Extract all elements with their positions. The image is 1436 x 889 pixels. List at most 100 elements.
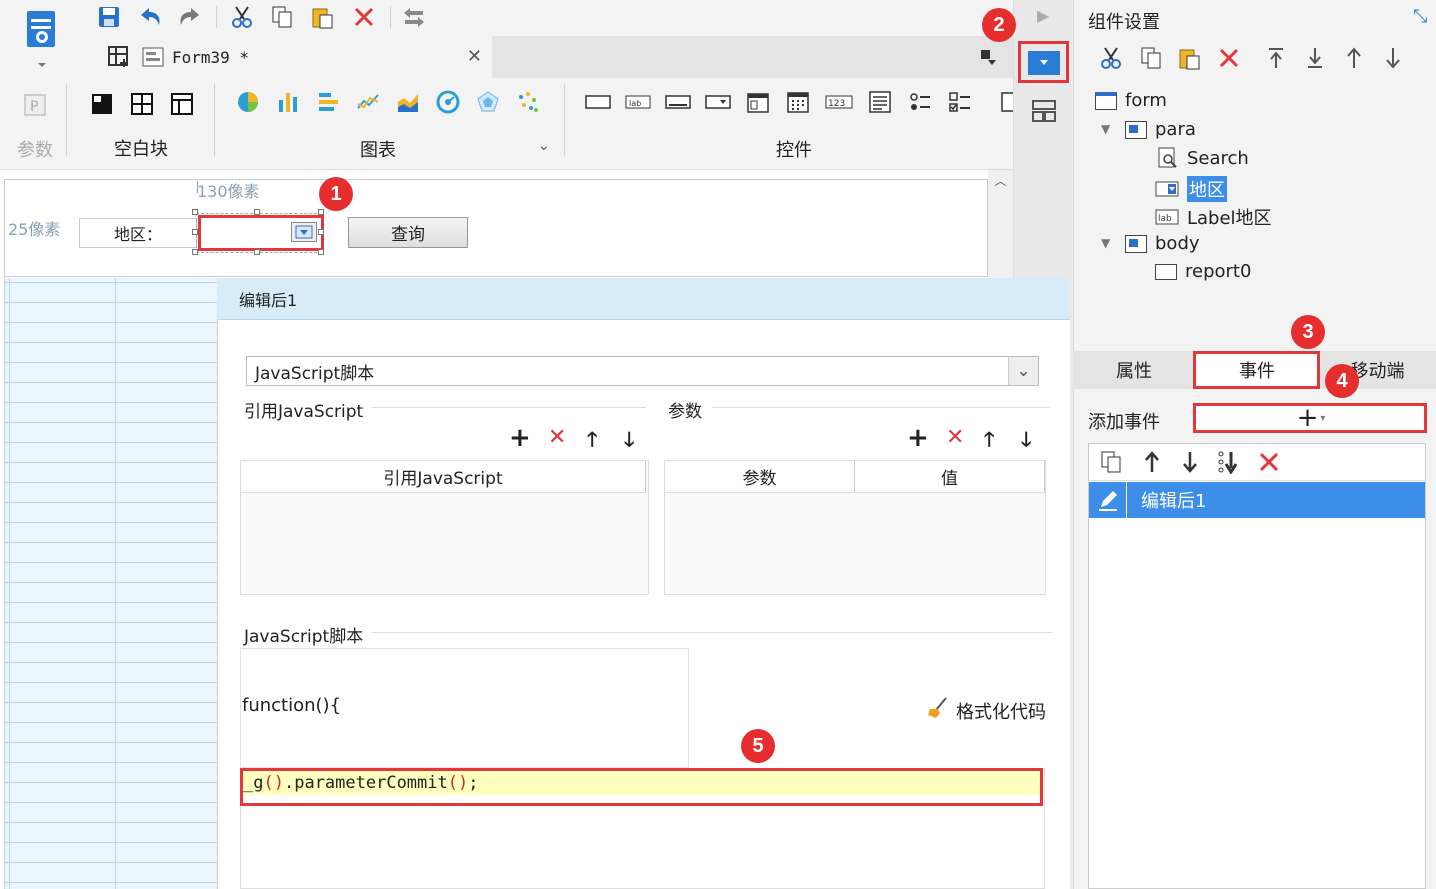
- tree-item-body[interactable]: body: [1125, 233, 1200, 254]
- svg-text:lab: lab: [629, 99, 641, 108]
- add-param-icon[interactable]: +: [907, 425, 929, 451]
- copy-icon[interactable]: [268, 4, 296, 30]
- param-col-header: 参数: [665, 461, 855, 493]
- event-move-up-icon[interactable]: [1138, 448, 1166, 476]
- step-marker-3: 3: [1291, 315, 1325, 349]
- delete-icon[interactable]: [350, 4, 378, 30]
- doc-tab[interactable]: Form39 * ✕: [92, 36, 492, 78]
- bar-chart-icon[interactable]: [274, 88, 302, 116]
- step-marker-2: 2: [982, 8, 1016, 42]
- scatter-chart-icon[interactable]: [514, 88, 542, 116]
- number-control-icon[interactable]: 123: [824, 90, 854, 114]
- radio-group-control-icon[interactable]: [906, 88, 934, 116]
- gauge-chart-icon[interactable]: [434, 88, 462, 116]
- report-node-icon: [1155, 263, 1177, 280]
- radar-chart-icon[interactable]: [474, 88, 502, 116]
- tree-item-label-region[interactable]: lab Label地区: [1155, 204, 1272, 230]
- params-table: 参数 值: [664, 460, 1046, 595]
- event-delete-icon[interactable]: [1255, 448, 1283, 476]
- add-ref-icon[interactable]: +: [509, 425, 531, 451]
- region-label: 地区：: [79, 218, 197, 248]
- area-chart-icon[interactable]: [394, 88, 422, 116]
- blank-block-3-icon[interactable]: [168, 90, 196, 118]
- move-down-param-icon[interactable]: 🡓: [1021, 425, 1031, 459]
- textbox-control-icon[interactable]: [584, 90, 612, 114]
- ref-js-col-header: 引用JavaScript: [241, 461, 646, 493]
- delete-ref-icon[interactable]: ✕: [548, 425, 566, 450]
- undo-icon[interactable]: [136, 4, 164, 30]
- label-node-icon: lab: [1155, 208, 1179, 226]
- body-node-icon: [1125, 234, 1147, 253]
- expand-para-icon[interactable]: ▼: [1101, 122, 1110, 136]
- move-up-icon[interactable]: [1340, 44, 1368, 72]
- redo-icon[interactable]: [176, 4, 204, 30]
- step-marker-1: 1: [319, 177, 353, 211]
- ref-js-table: 引用JavaScript: [240, 460, 649, 595]
- script-type-select[interactable]: JavaScript脚本 ⌄: [246, 356, 1039, 386]
- panel-cut-icon[interactable]: [1097, 44, 1125, 72]
- event-copy-icon[interactable]: [1097, 448, 1125, 476]
- date-control-icon[interactable]: [744, 88, 772, 116]
- calendar-control-icon[interactable]: [784, 88, 812, 116]
- combobox-node-icon: [1155, 180, 1179, 198]
- event-sort-icon[interactable]: [1214, 448, 1244, 476]
- swap-icon[interactable]: [400, 4, 428, 30]
- tree-item-form[interactable]: form: [1095, 90, 1167, 111]
- highlight-box-5: [240, 768, 1043, 806]
- panel-paste-icon[interactable]: [1175, 44, 1203, 72]
- form-icon: [138, 42, 168, 72]
- event-item[interactable]: 编辑后1: [1089, 482, 1425, 518]
- panel-delete-icon[interactable]: [1215, 44, 1243, 72]
- move-top-icon[interactable]: [1262, 44, 1290, 72]
- layout-widget-icon[interactable]: [1028, 97, 1060, 125]
- cut-icon[interactable]: [228, 4, 256, 30]
- checkbox-group-control-icon[interactable]: [946, 88, 974, 116]
- paste-icon[interactable]: [308, 4, 336, 30]
- button-control-icon[interactable]: [664, 90, 692, 114]
- delete-param-icon[interactable]: ✕: [946, 425, 964, 450]
- tree-item-report0[interactable]: report0: [1155, 261, 1251, 282]
- textarea-control-icon[interactable]: [866, 88, 894, 116]
- close-tab-icon[interactable]: ✕: [467, 46, 482, 67]
- editor-titlebar: 编辑后1: [217, 278, 1070, 320]
- hbar-chart-icon[interactable]: [314, 88, 342, 116]
- tree-item-para[interactable]: para: [1125, 119, 1196, 140]
- edit-pen-icon: [1089, 482, 1127, 518]
- window-menu-icon[interactable]: [975, 44, 1001, 70]
- report-grid: [4, 278, 218, 889]
- move-down-icon[interactable]: [1379, 44, 1407, 72]
- svg-text:P: P: [30, 99, 38, 115]
- label-control-icon[interactable]: lab: [624, 90, 652, 114]
- collapse-arrow-icon[interactable]: ▶: [1037, 6, 1049, 25]
- panel-copy-icon[interactable]: [1137, 44, 1165, 72]
- expand-body-icon[interactable]: ▼: [1101, 236, 1110, 250]
- control-group-label: 控件: [776, 140, 812, 161]
- chevron-down-icon[interactable]: ⌄: [538, 138, 550, 154]
- script-group-label: JavaScript脚本: [244, 622, 370, 647]
- param-icon[interactable]: P: [20, 90, 50, 120]
- app-menu-icon[interactable]: [20, 6, 64, 68]
- tree-item-region[interactable]: 地区: [1155, 176, 1227, 202]
- tree-control-icon[interactable]: [1000, 88, 1014, 116]
- move-bottom-icon[interactable]: [1301, 44, 1329, 72]
- pie-chart-icon[interactable]: [234, 88, 262, 116]
- tree-item-search[interactable]: Search: [1157, 147, 1249, 169]
- line-chart-icon[interactable]: [354, 88, 382, 116]
- blank-block-1-icon[interactable]: [88, 90, 116, 118]
- highlight-box-2: [1018, 41, 1069, 83]
- chart-group-label: 图表: [360, 140, 396, 161]
- format-code-button[interactable]: 格式化代码: [926, 696, 1046, 725]
- event-move-down-icon[interactable]: [1176, 448, 1204, 476]
- blank-block-2-icon[interactable]: [128, 90, 156, 118]
- move-up-ref-icon[interactable]: 🡑: [587, 425, 597, 459]
- dock-icon[interactable]: ⤡: [1413, 6, 1427, 27]
- canvas-scrollbar[interactable]: ︿: [988, 170, 1013, 278]
- tab-properties[interactable]: 属性: [1073, 351, 1195, 389]
- search-node-icon: [1157, 147, 1179, 169]
- form-node-icon: [1095, 91, 1117, 110]
- query-button[interactable]: 查询: [348, 217, 468, 248]
- move-up-param-icon[interactable]: 🡑: [984, 425, 994, 459]
- save-icon[interactable]: [95, 4, 123, 30]
- combobox-control-icon[interactable]: [704, 90, 732, 114]
- move-down-ref-icon[interactable]: 🡓: [624, 425, 634, 459]
